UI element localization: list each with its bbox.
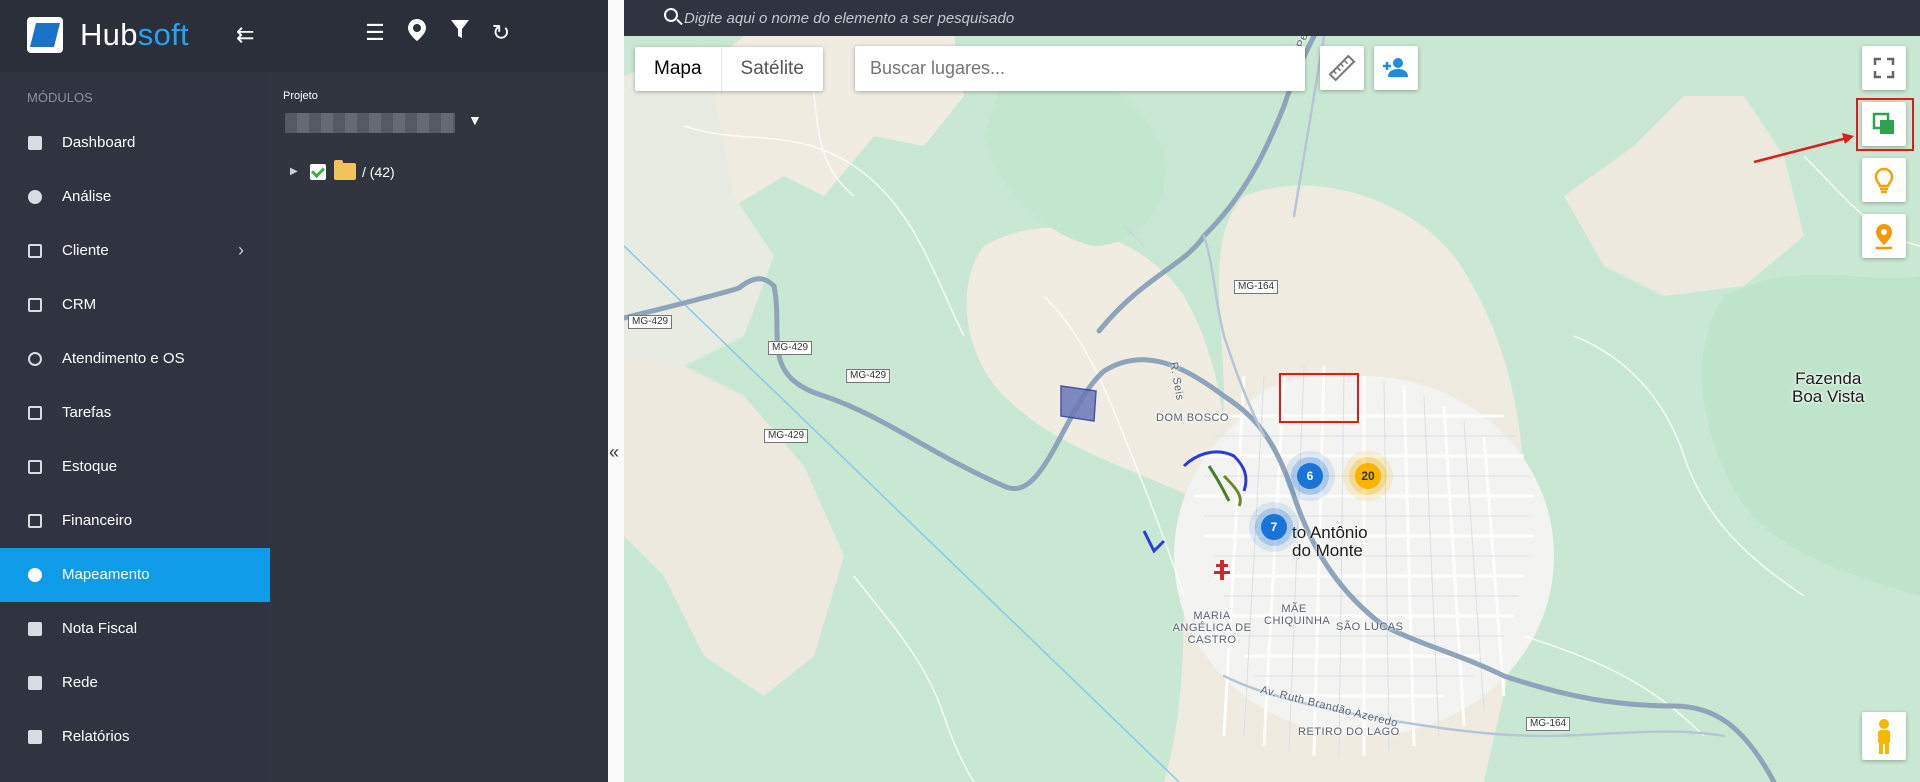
ruler-button[interactable] [1320,46,1364,90]
cluster-marker[interactable]: 6 [1297,463,1323,489]
cluster-marker[interactable]: 7 [1261,514,1287,540]
location-pin-icon [1876,224,1892,250]
search-icon [664,8,678,22]
expand-arrow-icon[interactable]: ▶ [290,166,304,177]
sidebar-item-label: Cliente [62,242,109,259]
sidebar-item-label: Mapeamento [62,566,150,583]
fullscreen-button[interactable] [1862,46,1906,90]
modules-section-title: MÓDULOS [27,90,93,105]
filter-icon[interactable] [445,18,475,48]
money-icon [28,514,42,528]
tree-item-label: / (42) [362,163,395,180]
layers-panel: ☰ ↻ Projeto ▼ ▶ / (42) [270,0,608,782]
sidebar-item-label: Atendimento e OS [62,350,185,367]
pegman-icon [1878,719,1890,754]
sidebar-item-mapeamento[interactable]: Mapeamento [0,548,270,602]
contact-card-icon [28,244,42,258]
sidebar-item-analise[interactable]: Análise [0,170,270,224]
road-shield: MG-429 [628,315,673,329]
sidebar-item-estoque[interactable]: Estoque [0,440,270,494]
sidebar-item-label: CRM [62,296,97,313]
menu-icon[interactable]: ☰ [360,18,390,48]
sidebar-item-cliente[interactable]: Cliente › [0,224,270,278]
dashboard-icon [28,136,42,150]
kanban-icon [28,298,42,312]
road-shield: MG-429 [846,369,891,383]
cluster-marker[interactable]: 20 [1355,463,1381,489]
refresh-icon[interactable]: ↻ [486,18,516,48]
project-label: Projeto [283,90,318,102]
sidebar-item-label: Nota Fiscal [62,620,138,637]
sidebar-item-label: Tarefas [62,404,112,421]
lightbulb-icon [1874,167,1894,194]
panel-toolbar: ☰ ↻ [270,0,608,72]
sidebar-item-rede[interactable]: Rede [0,656,270,710]
report-icon [28,730,42,744]
collapse-panel-icon[interactable]: « [609,442,619,463]
tree-root-item[interactable]: ▶ / (42) [290,160,395,180]
sidebar-item-nota-fiscal[interactable]: Nota Fiscal [0,602,270,656]
neighborhood-label: DOM BOSCO [1156,412,1229,424]
layer-checkbox[interactable] [310,163,326,180]
add-user-button[interactable] [1374,46,1418,90]
lightbulb-button[interactable] [1862,158,1906,202]
box-icon [28,460,42,474]
map-type-control: Mapa Satélite [635,47,823,91]
server-icon [28,676,42,690]
add-user-icon [1383,58,1408,77]
map-pin-icon [28,568,42,582]
highlight-box-polygon [1279,373,1359,423]
map-background [624,36,1920,782]
caret-down-icon[interactable]: ▼ [468,112,482,128]
collapse-menu-icon[interactable]: ⇇ [236,22,254,48]
sidebar-item-label: Dashboard [62,134,136,151]
road-shield: MG-164 [1234,280,1279,294]
invoice-icon [28,622,42,636]
element-search-input[interactable] [684,5,1384,31]
sidebar-item-label: Rede [62,674,98,691]
neighborhood-label: SÃO LUCAS [1336,621,1404,633]
map-type-map-button[interactable]: Mapa [635,47,722,91]
pie-chart-icon [28,190,42,204]
chevron-right-icon: › [238,240,244,260]
sidebar-item-label: Estoque [62,458,118,475]
places-search-input[interactable] [855,46,1305,91]
sidebar: Hubsoft ⇇ MÓDULOS Dashboard Análise Clie… [0,0,270,782]
road-shield: MG-429 [768,341,813,355]
neighborhood-label: RETIRO DO LAGO [1298,726,1400,738]
sidebar-item-dashboard[interactable]: Dashboard [0,116,270,170]
sidebar-item-atendimento[interactable]: Atendimento e OS [0,332,270,386]
red-arrow-annotation [1753,133,1854,164]
road-shield: MG-164 [1526,717,1571,731]
sidebar-item-financeiro[interactable]: Financeiro [0,494,270,548]
street-view-button[interactable] [1862,712,1906,760]
hubsoft-logo-icon [27,17,63,53]
fullscreen-icon [1873,57,1895,79]
neighborhood-label: MARIA ANGÉLICA DE CASTRO [1172,610,1252,646]
panel-splitter[interactable]: « [608,0,624,782]
logo: Hubsoft ⇇ [0,0,270,72]
project-select-value[interactable] [285,113,455,133]
sidebar-item-label: Financeiro [62,512,133,529]
sidebar-item-label: Relatórios [62,728,130,745]
sidebar-item-label: Análise [62,188,112,205]
map-marker-icon[interactable] [402,18,432,48]
sidebar-item-crm[interactable]: CRM [0,278,270,332]
farm-label: Fazenda Boa Vista [1792,369,1865,406]
map-type-satellite-button[interactable]: Satélite [722,47,823,91]
neighborhood-label: MÃE CHIQUINHA [1264,603,1331,627]
sidebar-item-relatorios[interactable]: Relatórios [0,710,270,764]
road-shield: MG-429 [764,429,809,443]
folder-icon [334,160,356,180]
location-pin-button[interactable] [1862,214,1906,258]
highlight-box-control [1856,98,1914,151]
sidebar-item-tarefas[interactable]: Tarefas [0,386,270,440]
tasks-icon [28,406,42,420]
element-search-bar [624,0,1920,36]
clock-history-icon [28,352,42,366]
brand-name: Hubsoft [80,17,189,52]
map-canvas[interactable]: MG-429 MG-429 MG-429 MG-429 MG-164 MG-16… [624,36,1920,782]
city-label: to Antônio do Monte [1292,523,1368,560]
ruler-icon [1328,54,1356,82]
